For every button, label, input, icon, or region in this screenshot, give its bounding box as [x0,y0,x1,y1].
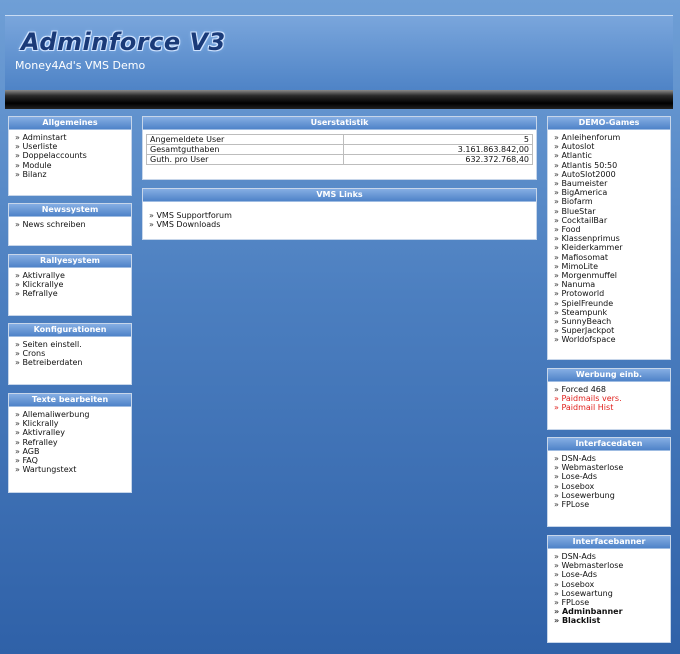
menu-link-fplose[interactable]: FPLose [554,500,664,509]
menu-link-faq[interactable]: FAQ [15,456,125,465]
menu-link-losewerbung[interactable]: Losewerbung [554,491,664,500]
header-banner: Adminforce V3 Money4Ad's VMS Demo [5,15,673,91]
menu-rallyesystem: Rallyesystem Aktivrallye Klickrallye Ref… [8,254,132,316]
menu-link-dsn-ads[interactable]: DSN-Ads [554,552,664,561]
menu-title: Interfacedaten [548,438,670,451]
menu-konfigurationen: Konfigurationen Seiten einstell. Crons B… [8,323,132,385]
menu-link-wartungstext[interactable]: Wartungstext [15,465,125,474]
menu-link-paidmails-vers[interactable]: Paidmails vers. [554,394,664,403]
game-link[interactable]: BlueStar [554,207,664,216]
site-subtitle: Money4Ad's VMS Demo [15,59,146,72]
game-link[interactable]: SunnyBeach [554,317,664,326]
menu-link-klickrally[interactable]: Klickrally [15,419,125,428]
menu-title: Texte bearbeiten [9,394,131,407]
game-link[interactable]: Worldofspace [554,335,664,344]
game-link[interactable]: Anleihenforum [554,133,664,142]
menu-link-paidmail-hist[interactable]: Paidmail Hist [554,403,664,412]
menu-link-klickrallye[interactable]: Klickrallye [15,280,125,289]
game-link[interactable]: BigAmerica [554,188,664,197]
menu-title: Newssystem [9,204,131,217]
menu-link-losewartung[interactable]: Losewartung [554,589,664,598]
vms-links-panel: VMS Links VMS Supportforum VMS Downloads [142,188,537,240]
header-divider-bar [5,90,673,109]
menu-interfacebanner: Interfacebanner DSN-Ads Webmasterlose Lo… [547,535,671,643]
menu-texte-bearbeiten: Texte bearbeiten Allemaliwerbung Klickra… [8,393,132,493]
menu-link-dsn-ads[interactable]: DSN-Ads [554,454,664,463]
game-link[interactable]: Protoworld [554,289,664,298]
stat-value: 5 [342,134,534,145]
menu-link-losebox[interactable]: Losebox [554,580,664,589]
menu-link-lose-ads[interactable]: Lose-Ads [554,570,664,579]
menu-link-crons[interactable]: Crons [15,349,125,358]
game-link[interactable]: SuperJackpot [554,326,664,335]
menu-title: Allgemeines [9,117,131,130]
table-row: Gesamtguthaben 3.161.863.842,00 [146,144,534,155]
game-link[interactable]: Baumeister [554,179,664,188]
game-link[interactable]: Morgenmuffel [554,271,664,280]
menu-link-userliste[interactable]: Userliste [15,142,125,151]
menu-title: Interfacebanner [548,536,670,549]
menu-link-doppelaccounts[interactable]: Doppelaccounts [15,151,125,160]
menu-link-aktivralley[interactable]: Aktivralley [15,428,125,437]
stats-table: Angemeldete User 5 Gesamtguthaben 3.161.… [146,134,534,165]
menu-link-webmasterlose[interactable]: Webmasterlose [554,561,664,570]
game-link[interactable]: Autoslot [554,142,664,151]
menu-link-seiten-einstell[interactable]: Seiten einstell. [15,340,125,349]
menu-title: DEMO-Games [548,117,670,130]
link-vms-supportforum[interactable]: VMS Supportforum [149,211,530,220]
stat-label: Angemeldete User [146,134,344,145]
game-link[interactable]: Nanuma [554,280,664,289]
stat-value: 632.372.768,40 [342,154,534,165]
game-link[interactable]: AutoSlot2000 [554,170,664,179]
menu-link-aktivrallye[interactable]: Aktivrallye [15,271,125,280]
menu-link-allemaliwerbung[interactable]: Allemaliwerbung [15,410,125,419]
game-link[interactable]: Atlantis 50:50 [554,161,664,170]
menu-link-refralley[interactable]: Refralley [15,438,125,447]
menu-link-forced-468[interactable]: Forced 468 [554,385,664,394]
panel-title: VMS Links [143,189,536,202]
menu-werbung-einb: Werbung einb. Forced 468 Paidmails vers.… [547,368,671,430]
menu-link-news-schreiben[interactable]: News schreiben [15,220,125,229]
menu-link-betreiberdaten[interactable]: Betreiberdaten [15,358,125,367]
logo: Adminforce V3 [21,28,226,56]
menu-link-lose-ads[interactable]: Lose-Ads [554,472,664,481]
link-vms-downloads[interactable]: VMS Downloads [149,220,530,229]
game-link[interactable]: Klassenprimus [554,234,664,243]
menu-title: Konfigurationen [9,324,131,337]
table-row: Guth. pro User 632.372.768,40 [146,154,534,165]
menu-allgemeines: Allgemeines Adminstart Userliste Doppela… [8,116,132,196]
menu-link-adminstart[interactable]: Adminstart [15,133,125,142]
game-link[interactable]: CocktailBar [554,216,664,225]
stat-label: Guth. pro User [146,154,344,165]
game-link[interactable]: Atlantic [554,151,664,160]
stat-label: Gesamtguthaben [146,144,344,155]
menu-link-adminbanner[interactable]: Adminbanner [554,607,664,616]
table-row: Angemeldete User 5 [146,134,534,145]
userstatistik-panel: Userstatistik Angemeldete User 5 Gesamtg… [142,116,537,180]
game-link[interactable]: Biofarm [554,197,664,206]
menu-interfacedaten: Interfacedaten DSN-Ads Webmasterlose Los… [547,437,671,527]
game-link[interactable]: Mafiosomat [554,253,664,262]
stat-value: 3.161.863.842,00 [342,144,534,155]
menu-title: Werbung einb. [548,369,670,382]
game-link[interactable]: Kleiderkammer [554,243,664,252]
menu-link-fplose[interactable]: FPLose [554,598,664,607]
game-link[interactable]: MimoLite [554,262,664,271]
menu-link-module[interactable]: Module [15,161,125,170]
menu-link-refrallye[interactable]: Refrallye [15,289,125,298]
menu-title: Rallyesystem [9,255,131,268]
game-link[interactable]: SpielFreunde [554,299,664,308]
menu-link-agb[interactable]: AGB [15,447,125,456]
menu-link-losebox[interactable]: Losebox [554,482,664,491]
menu-link-blacklist[interactable]: Blacklist [554,616,664,625]
menu-demo-games: DEMO-Games Anleihenforum Autoslot Atlant… [547,116,671,360]
menu-newssystem: Newssystem News schreiben [8,203,132,246]
menu-link-webmasterlose[interactable]: Webmasterlose [554,463,664,472]
panel-title: Userstatistik [143,117,536,130]
game-link[interactable]: Food [554,225,664,234]
menu-link-bilanz[interactable]: Bilanz [15,170,125,179]
game-link[interactable]: Steampunk [554,308,664,317]
